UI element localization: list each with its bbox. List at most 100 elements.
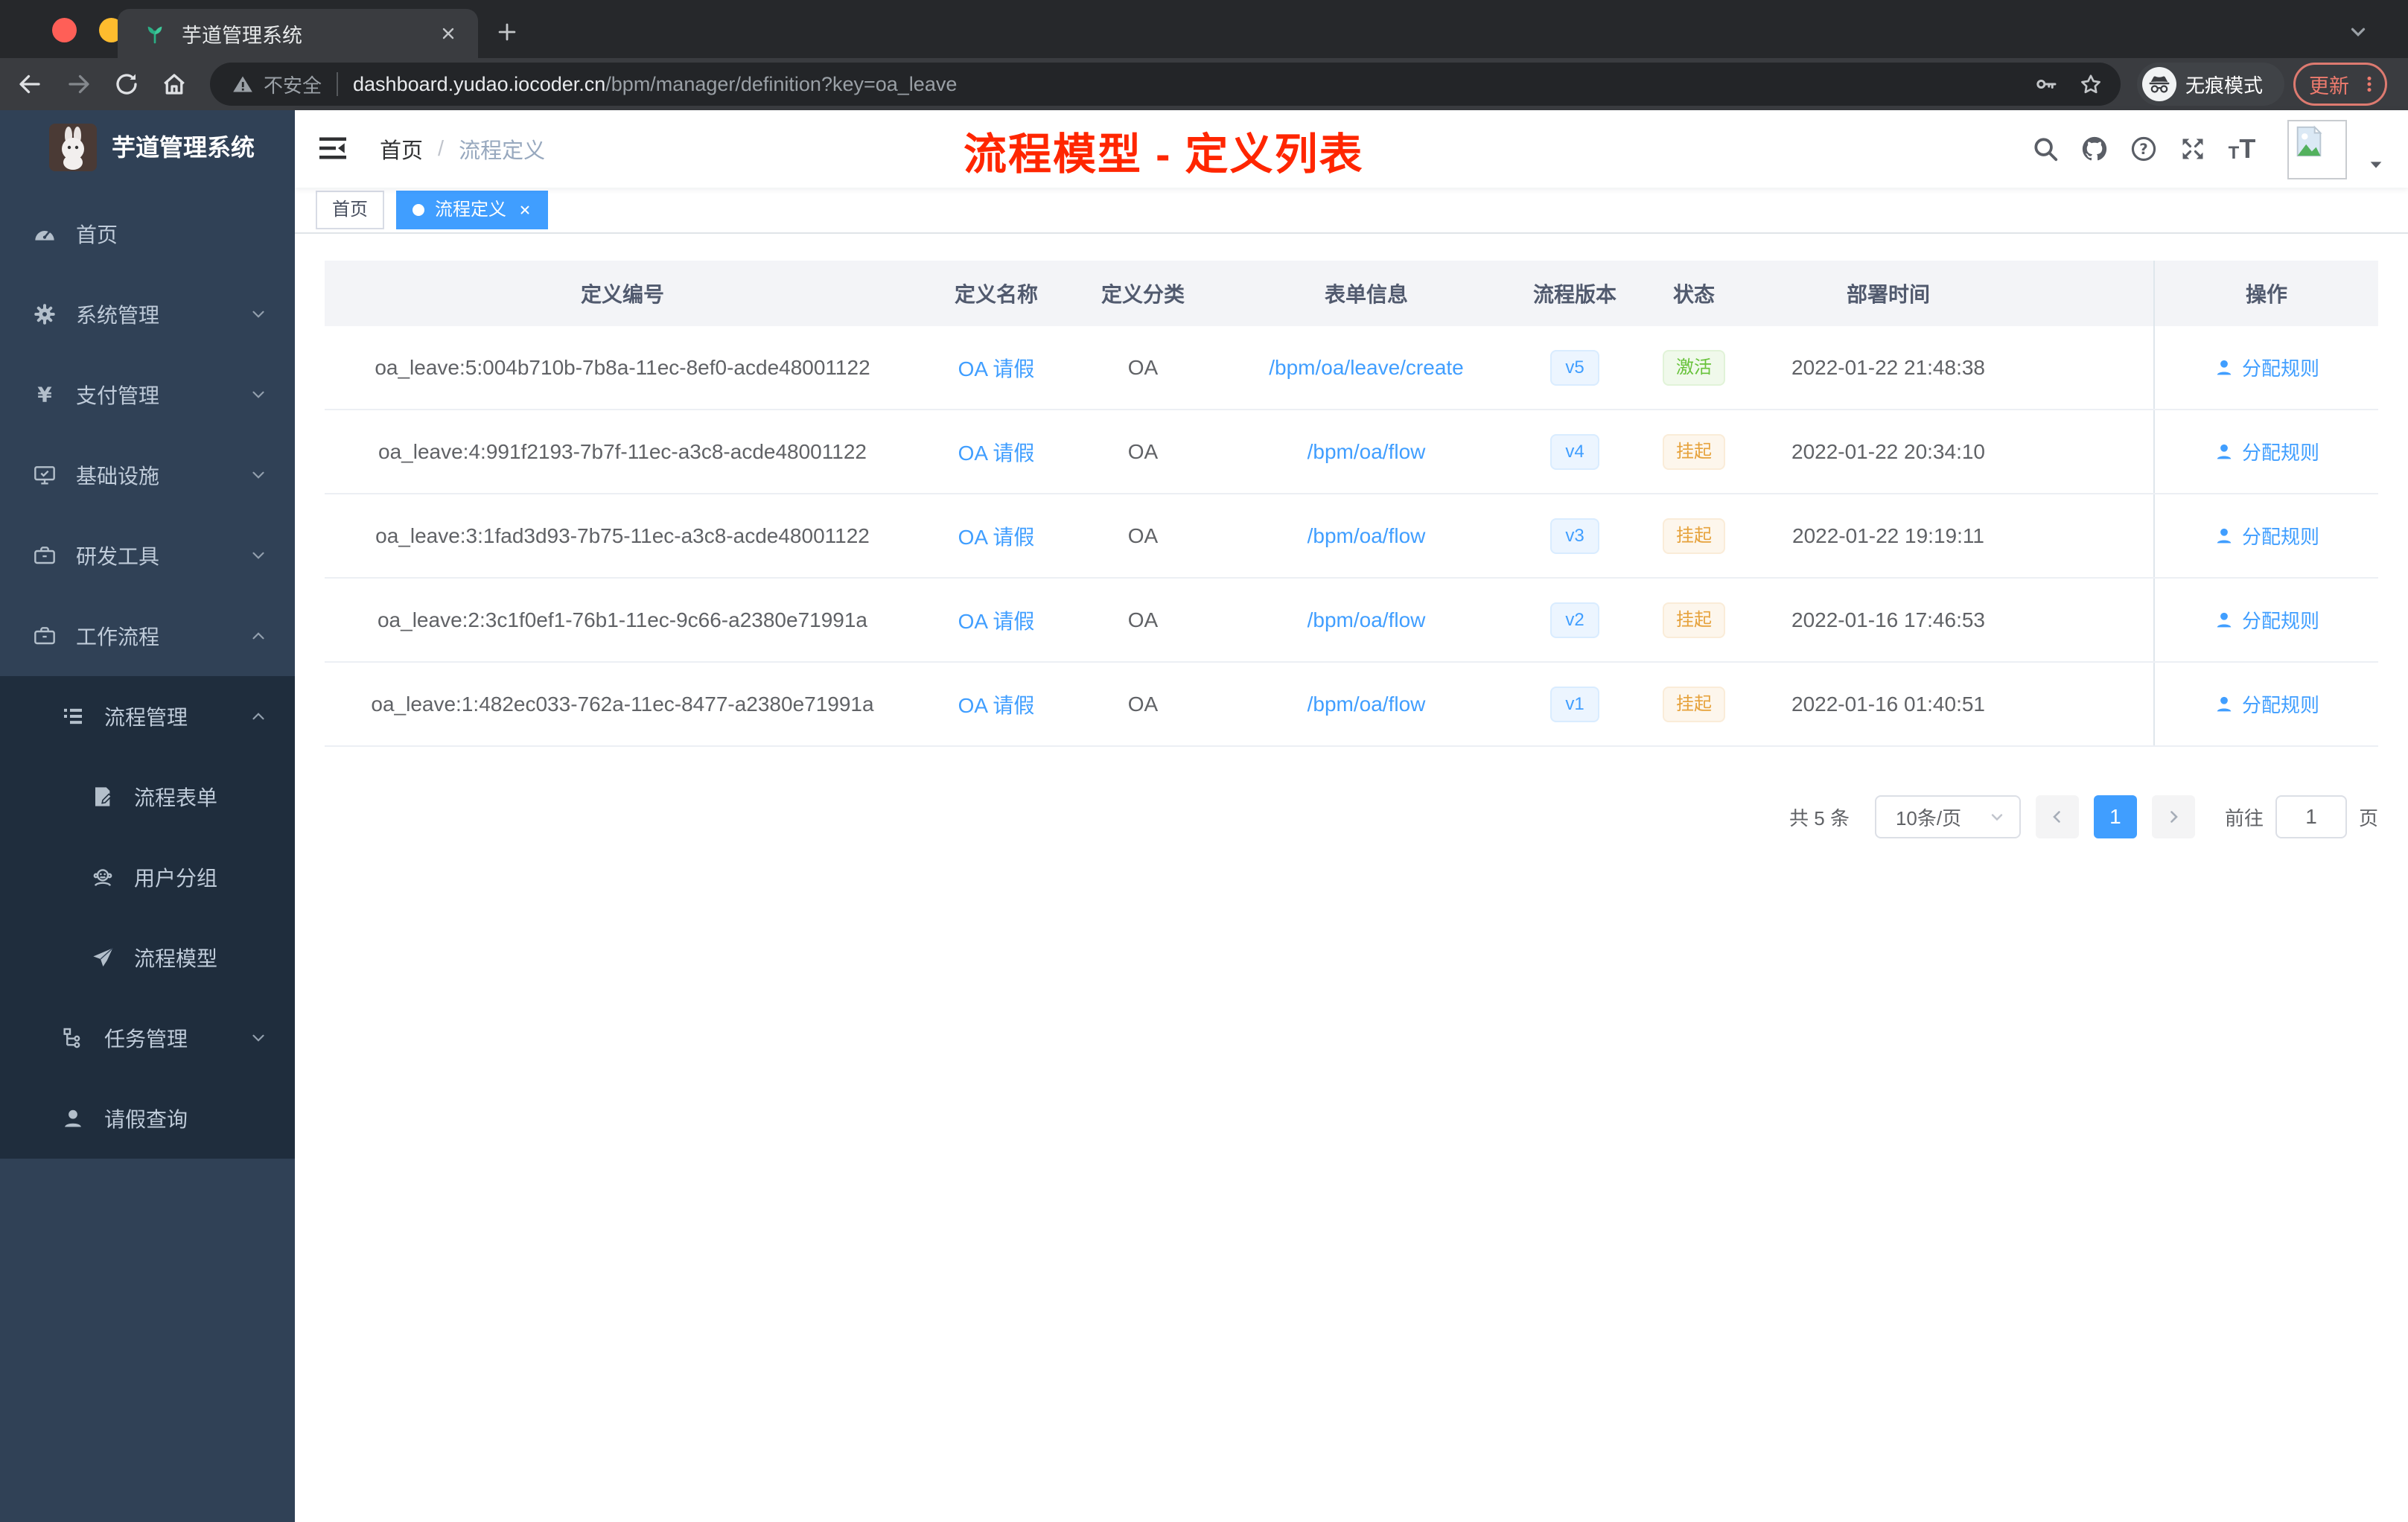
- search-icon[interactable]: [2031, 135, 2060, 163]
- yen-icon: ¥: [33, 383, 60, 407]
- fontsize-icon[interactable]: TT: [2228, 135, 2256, 163]
- gear-icon: [33, 302, 60, 326]
- cell-form-link[interactable]: /bpm/oa/flow: [1214, 663, 1519, 745]
- sidebar-item-label: 基础设施: [76, 465, 160, 488]
- cell-category: OA: [1127, 439, 1159, 463]
- cell-form-link[interactable]: /bpm/oa/flow: [1214, 410, 1519, 493]
- breadcrumb-separator: /: [438, 136, 445, 161]
- assign-rule-button[interactable]: 分配规则: [2214, 354, 2319, 381]
- sidebar-item-工作流程[interactable]: 工作流程: [0, 596, 295, 676]
- svg-text:?: ?: [2139, 141, 2147, 158]
- cell-definition-name-link[interactable]: OA 请假: [920, 494, 1072, 577]
- browser-update-button[interactable]: 更新: [2293, 63, 2387, 106]
- browser-menu-icon[interactable]: [2360, 73, 2379, 95]
- table-row: oa_leave:5:004b710b-7b8a-11ec-8ef0-acde4…: [325, 326, 2378, 410]
- sidebar-item-任务管理[interactable]: 任务管理: [0, 998, 295, 1078]
- assign-rule-label: 分配规则: [2241, 442, 2319, 464]
- version-badge: v1: [1550, 686, 1599, 722]
- cell-definition-id: oa_leave:4:991f2193-7b7f-11ec-a3c8-acde4…: [378, 439, 867, 463]
- status-badge: 挂起: [1663, 686, 1725, 722]
- sidebar-item-请假查询[interactable]: 请假查询: [0, 1078, 295, 1159]
- column-header-定义分类: 定义分类: [1101, 283, 1185, 306]
- tab-close-icon[interactable]: [439, 25, 457, 42]
- app-title: 芋道管理系统: [112, 134, 255, 161]
- sidebar-item-label: 首页: [76, 223, 118, 246]
- back-icon[interactable]: [16, 71, 43, 98]
- sidebar-item-首页[interactable]: 首页: [0, 194, 295, 274]
- cell-definition-name-link[interactable]: OA 请假: [920, 579, 1072, 661]
- status-badge: 挂起: [1663, 602, 1725, 638]
- help-icon[interactable]: ?: [2130, 135, 2158, 163]
- user-icon: [61, 1107, 88, 1130]
- sidebar-item-label: 请假查询: [104, 1108, 188, 1131]
- breadcrumb: 首页 / 流程定义: [380, 110, 545, 188]
- assign-rule-label: 分配规则: [2241, 610, 2319, 632]
- assign-rule-button[interactable]: 分配规则: [2214, 522, 2319, 550]
- navbar-icons: ? T T: [2031, 110, 2256, 188]
- cell-deploy-time: 2022-01-16 01:40:51: [1791, 692, 1985, 716]
- cell-form-link[interactable]: /bpm/oa/flow: [1214, 579, 1519, 661]
- browser-tab[interactable]: 芋道管理系统: [118, 9, 478, 58]
- cell-definition-name-link[interactable]: OA 请假: [920, 326, 1072, 409]
- bookmark-star-icon[interactable]: [2079, 72, 2103, 96]
- macos-close-button[interactable]: [52, 18, 77, 42]
- sidebar-item-研发工具[interactable]: 研发工具: [0, 515, 295, 596]
- breadcrumb-home[interactable]: 首页: [380, 133, 423, 165]
- next-page-button[interactable]: [2151, 795, 2195, 838]
- tag-close-icon[interactable]: [518, 203, 532, 217]
- url-domain: dashboard.yudao.iocoder.cn: [353, 72, 606, 95]
- new-tab-button[interactable]: [494, 19, 520, 45]
- tag-首页[interactable]: 首页: [316, 191, 384, 229]
- avatar-caret-down-icon[interactable]: [2368, 156, 2384, 173]
- assign-rule-button[interactable]: 分配规则: [2214, 438, 2319, 465]
- sidebar-item-流程模型[interactable]: 流程模型: [0, 917, 295, 998]
- sidebar-item-流程表单[interactable]: 流程表单: [0, 757, 295, 837]
- sidebar-item-用户分组[interactable]: 用户分组: [0, 837, 295, 917]
- sidebar-item-系统管理[interactable]: 系统管理: [0, 274, 295, 354]
- cell-actions: 分配规则: [2153, 579, 2378, 661]
- github-icon[interactable]: [2080, 135, 2109, 163]
- prev-page-button[interactable]: [2035, 795, 2079, 838]
- forward-icon[interactable]: [66, 71, 92, 98]
- address-bar[interactable]: 不安全 dashboard.yudao.iocoder.cn /bpm/mana…: [210, 63, 2121, 106]
- sidebar-item-流程管理[interactable]: 流程管理: [0, 676, 295, 757]
- update-label: 更新: [2309, 74, 2349, 98]
- current-page-button[interactable]: 1: [2093, 795, 2137, 838]
- group-icon: [91, 865, 118, 889]
- toolbox-icon: [33, 624, 60, 648]
- tag-流程定义[interactable]: 流程定义: [396, 191, 548, 229]
- site-favicon: [143, 22, 167, 45]
- home-icon[interactable]: [161, 71, 188, 98]
- cell-definition-name-link[interactable]: OA 请假: [920, 410, 1072, 493]
- cell-form-link[interactable]: /bpm/oa/leave/create: [1214, 326, 1519, 409]
- page-size-select[interactable]: 10条/页: [1874, 795, 2021, 838]
- cell-definition-id: oa_leave:2:3c1f0ef1-76b1-11ec-9c66-a2380…: [377, 608, 867, 631]
- goto-page-input[interactable]: [2275, 795, 2347, 838]
- password-key-icon[interactable]: [2034, 72, 2058, 96]
- fullscreen-icon[interactable]: [2179, 135, 2207, 163]
- sidebar-logo-row[interactable]: 芋道管理系统: [0, 110, 295, 194]
- cell-definition-name-link[interactable]: OA 请假: [920, 663, 1072, 745]
- cell-definition-id: oa_leave:1:482ec033-762a-11ec-8477-a2380…: [371, 692, 874, 716]
- tab-search-chevron-icon[interactable]: [2347, 21, 2369, 43]
- cell-status: 激活: [1631, 326, 1757, 409]
- sidebar-item-支付管理[interactable]: ¥ 支付管理: [0, 354, 295, 435]
- cell-version: v4: [1519, 410, 1631, 493]
- assign-rule-button[interactable]: 分配规则: [2214, 690, 2319, 718]
- cell-form-link[interactable]: /bpm/oa/flow: [1214, 494, 1519, 577]
- sidebar-item-label: 用户分组: [134, 867, 218, 890]
- sidebar-collapse-icon[interactable]: [317, 133, 348, 164]
- main-area: 首页 / 流程定义 ? T T 首页 流程定义 定义编号 定义名称 定义分类 表单信息 流程版…: [295, 110, 2408, 1522]
- url-path: /bpm/manager/definition?key=oa_leave: [605, 72, 958, 95]
- form-icon: [91, 785, 118, 809]
- table-body: oa_leave:5:004b710b-7b8a-11ec-8ef0-acde4…: [325, 326, 2378, 747]
- sidebar-item-label: 流程表单: [134, 786, 218, 809]
- security-label: 不安全: [264, 74, 322, 97]
- plane-icon: [91, 946, 118, 969]
- avatar[interactable]: [2287, 120, 2347, 179]
- sidebar-item-label: 支付管理: [76, 384, 160, 407]
- sidebar-item-基础设施[interactable]: 基础设施: [0, 435, 295, 515]
- reload-icon[interactable]: [113, 71, 140, 98]
- table-row: oa_leave:1:482ec033-762a-11ec-8477-a2380…: [325, 663, 2378, 747]
- assign-rule-button[interactable]: 分配规则: [2214, 606, 2319, 634]
